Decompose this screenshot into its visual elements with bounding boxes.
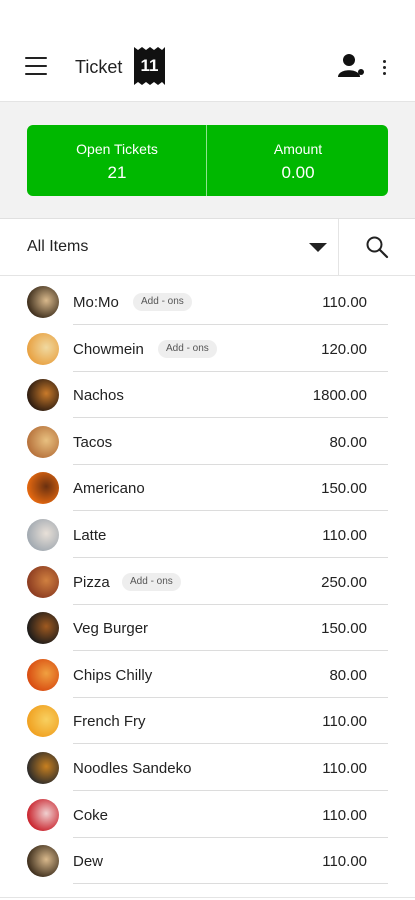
category-selected: All Items (27, 238, 89, 255)
divider (206, 125, 207, 196)
list-item[interactable]: Mo:Mo Add - ons 110.00 (0, 279, 415, 325)
filter-bar: All Items (0, 219, 415, 276)
list-item[interactable]: Pizza Add - ons 250.00 (0, 559, 415, 605)
menu-icon-line (25, 57, 47, 59)
item-price: 110.00 (322, 294, 367, 311)
divider (73, 883, 388, 885)
open-tickets-value: 21 (107, 163, 127, 182)
item-thumbnail (27, 332, 59, 365)
item-thumbnail (27, 565, 59, 598)
item-price: 110.00 (322, 527, 367, 544)
ticket-icon[interactable]: 11 (134, 47, 165, 85)
open-tickets-button[interactable]: Open Tickets 21 (27, 125, 207, 196)
item-thumbnail (27, 798, 59, 831)
divider (0, 897, 415, 898)
item-thumbnail (27, 519, 59, 551)
menu-icon-line (25, 73, 47, 75)
item-name: Dew (73, 853, 104, 871)
addons-badge[interactable]: Add - ons (122, 572, 181, 591)
item-price: 80.00 (329, 666, 367, 684)
profile-button[interactable] (337, 53, 365, 79)
item-name: Chowmein (73, 340, 144, 358)
list-item[interactable]: Latte 110.00 (0, 512, 415, 558)
item-thumbnail (27, 705, 59, 738)
item-price: 250.00 (321, 573, 367, 591)
list-item[interactable]: Chips Chilly 80.00 (0, 652, 415, 698)
item-name: Mo:Mo (73, 294, 119, 311)
item-thumbnail (27, 379, 59, 412)
item-thumbnail (27, 752, 59, 784)
menu-icon-line (25, 65, 47, 67)
addons-badge[interactable]: Add - ons (158, 339, 217, 358)
list-item[interactable]: Dew 110.00 (0, 838, 415, 885)
item-price: 110.00 (322, 713, 367, 731)
addons-badge[interactable]: Add - ons (133, 293, 192, 311)
search-button[interactable] (338, 219, 415, 275)
item-thumbnail (27, 845, 59, 878)
item-price: 150.00 (321, 620, 367, 638)
item-price: 80.00 (329, 433, 367, 451)
more-vertical-icon[interactable] (380, 58, 390, 78)
app-bar: Ticket 11 (0, 0, 415, 102)
dropdown-caret-icon (309, 243, 327, 252)
item-name: Americano (73, 480, 145, 498)
item-price: 1800.00 (312, 387, 367, 405)
item-thumbnail (27, 658, 59, 691)
item-name: Veg Burger (73, 620, 149, 638)
item-thumbnail (27, 425, 59, 458)
item-name: Chips Chilly (73, 666, 153, 684)
search-icon (366, 236, 389, 259)
amount-button[interactable]: Amount 0.00 (208, 125, 388, 196)
summary-section: Open Tickets 21 Amount 0.00 (0, 102, 415, 219)
amount-value: 0.00 (281, 163, 315, 182)
item-thumbnail (27, 472, 59, 505)
open-tickets-label: Open Tickets (76, 141, 158, 157)
profile-icon (338, 54, 364, 77)
item-price: 150.00 (321, 480, 367, 498)
list-item[interactable]: Chowmein Add - ons 120.00 (0, 326, 415, 372)
item-price: 120.00 (321, 340, 367, 358)
list-item[interactable]: Tacos 80.00 (0, 419, 415, 465)
list-item[interactable]: Veg Burger 150.00 (0, 605, 415, 652)
item-name: Coke (73, 806, 109, 824)
dot (383, 72, 386, 75)
list-item[interactable]: Nachos 1800.00 (0, 372, 415, 419)
amount-label: Amount (273, 141, 323, 157)
category-dropdown[interactable]: All Items (0, 219, 338, 275)
item-price: 110.00 (322, 760, 367, 777)
item-name: Noodles Sandeko (73, 760, 192, 777)
list-item[interactable]: Coke 110.00 (0, 792, 415, 838)
page-title: Ticket (75, 57, 123, 77)
summary-card: Open Tickets 21 Amount 0.00 (27, 125, 388, 196)
item-name: Nachos (73, 387, 124, 405)
menu-button[interactable] (25, 57, 49, 77)
item-thumbnail (27, 612, 59, 645)
item-name: Pizza (73, 573, 110, 591)
list-item[interactable]: Americano 150.00 (0, 465, 415, 512)
item-name: Tacos (73, 433, 113, 451)
item-price: 110.00 (322, 806, 367, 824)
item-thumbnail (27, 286, 59, 318)
item-price: 110.00 (322, 853, 367, 871)
dot (383, 66, 386, 69)
item-name: Latte (73, 527, 107, 544)
list-item[interactable]: Noodles Sandeko 110.00 (0, 745, 415, 791)
list-item[interactable]: French Fry 110.00 (0, 698, 415, 745)
item-name: French Fry (73, 713, 146, 731)
ticket-number: 11 (140, 56, 159, 75)
dot (383, 60, 386, 63)
